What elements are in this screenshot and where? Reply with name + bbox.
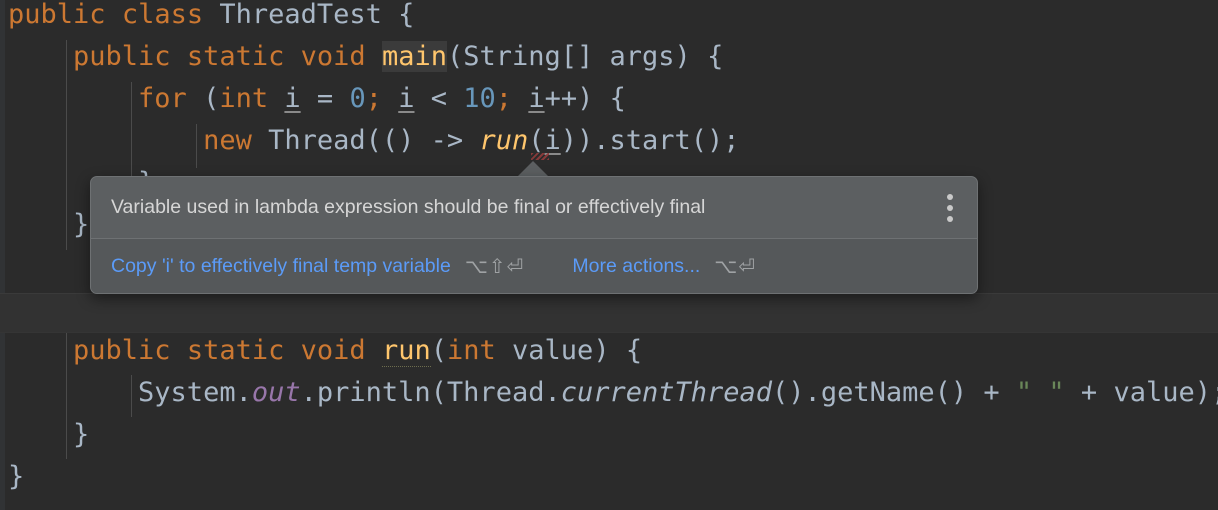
action-copy-to-final-temp-label: Copy 'i' to effectively final temp varia… [111, 254, 451, 277]
code-line[interactable]: } [8, 456, 24, 498]
code-line[interactable]: public static void run(int value) { [8, 330, 642, 372]
action-more-actions-label: More actions... [572, 254, 701, 277]
action-more-actions[interactable]: More actions... ⌥⏎ [572, 254, 756, 278]
action-more-actions-shortcut: ⌥⏎ [714, 254, 757, 278]
action-copy-to-final-temp-shortcut: ⌥⇧⏎ [464, 254, 525, 278]
code-line[interactable]: public static void main(String[] args) { [8, 36, 723, 78]
code-line[interactable]: } [8, 204, 89, 246]
error-squiggle [531, 153, 549, 160]
code-line[interactable]: for (int i = 0; i < 10; i++) { [8, 78, 626, 120]
code-line[interactable]: System.out.println(Thread.currentThread(… [8, 372, 1218, 414]
popup-message-row: Variable used in lambda expression shoul… [91, 177, 977, 238]
code-line[interactable]: public class ThreadTest { [8, 0, 414, 36]
code-editor[interactable]: public class ThreadTest { public static … [0, 0, 1218, 510]
more-options-vertical-dots-icon[interactable] [937, 188, 963, 228]
action-copy-to-final-temp[interactable]: Copy 'i' to effectively final temp varia… [111, 254, 524, 278]
popup-message-text: Variable used in lambda expression shoul… [111, 196, 706, 218]
popup-pointer-arrow [517, 161, 549, 177]
intention-action-popup[interactable]: Variable used in lambda expression shoul… [90, 176, 978, 294]
code-line[interactable]: } [8, 414, 89, 456]
code-line[interactable]: new Thread(() -> run(i)).start(); [8, 120, 739, 162]
popup-actions-row: Copy 'i' to effectively final temp varia… [91, 239, 977, 293]
